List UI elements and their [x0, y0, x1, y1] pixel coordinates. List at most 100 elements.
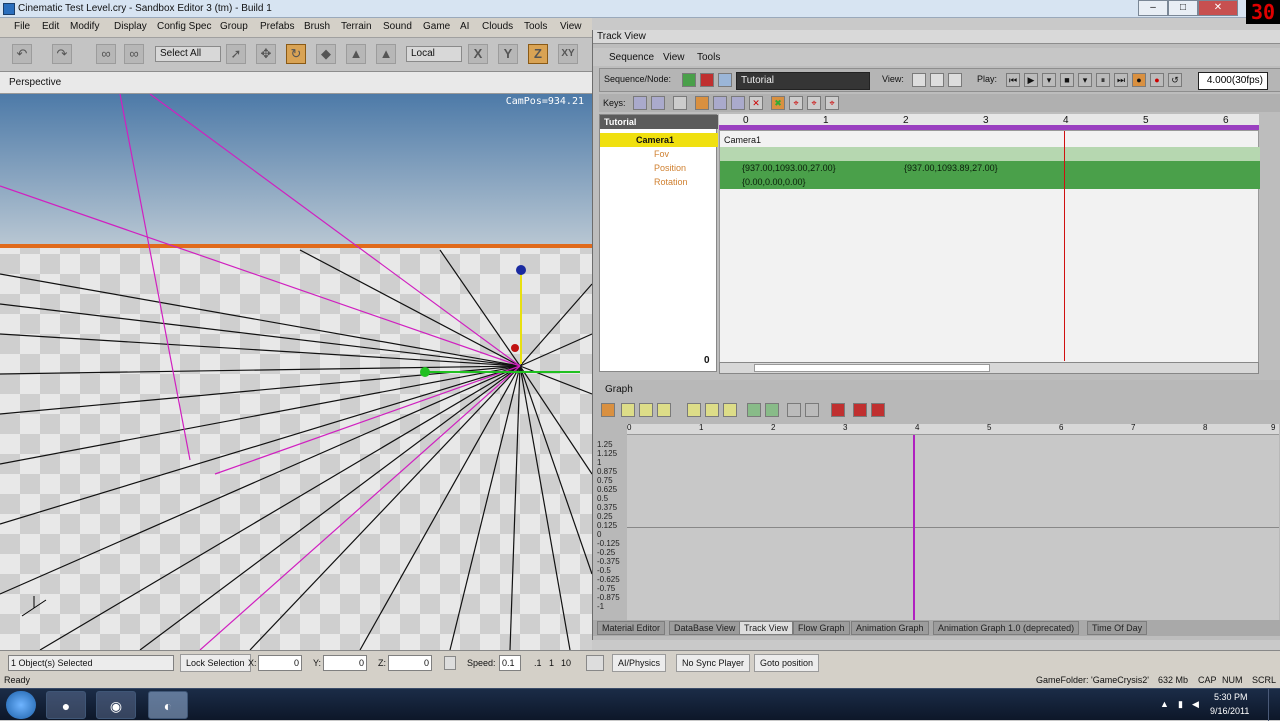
track-row-position[interactable]: {937.00,1093.00,27.00} {937.00,1093.89,2… [720, 161, 1260, 175]
menu-terrain[interactable]: Terrain [341, 21, 372, 32]
go-to-end-icon[interactable]: ⏭ [1114, 73, 1128, 87]
play-icon[interactable]: ▶ [1024, 73, 1038, 87]
y-coordinate-field[interactable]: 0 [323, 655, 367, 671]
tab-time-of-day[interactable]: Time Of Day [1087, 621, 1148, 635]
tree-node-camera[interactable]: Camera1 [600, 133, 718, 147]
loop-icon[interactable]: ↺ [1168, 73, 1182, 87]
snap-keys-icon[interactable]: ✖ [771, 96, 785, 110]
tv-menu-tools[interactable]: Tools [697, 52, 720, 63]
menu-edit[interactable]: Edit [42, 21, 59, 32]
graph-select-icon[interactable] [601, 403, 615, 417]
snap-frames-icon[interactable]: ⌖ [789, 96, 803, 110]
link-icon[interactable]: ∞ [96, 44, 116, 64]
menu-brush[interactable]: Brush [304, 21, 330, 32]
horizontal-scrollbar[interactable] [719, 362, 1259, 374]
scrollbar-thumb[interactable] [754, 364, 990, 372]
next-key-icon[interactable] [651, 96, 665, 110]
menu-tools[interactable]: Tools [524, 21, 547, 32]
game-mode-icon[interactable] [586, 655, 604, 671]
time-cursor[interactable] [1064, 131, 1065, 361]
close-button[interactable]: ✕ [1198, 0, 1238, 16]
graph-fit-y-icon[interactable] [765, 403, 779, 417]
move-keys-icon[interactable] [673, 96, 687, 110]
ai-physics-button[interactable]: AI/Physics [612, 654, 667, 672]
goto-position-button[interactable]: Goto position [754, 654, 820, 672]
save-icon[interactable] [718, 73, 732, 87]
add-node-icon[interactable] [682, 73, 696, 87]
pause-icon[interactable]: ⏸ [1096, 73, 1110, 87]
view-both-icon[interactable] [948, 73, 962, 87]
track-row-fov[interactable] [720, 147, 1260, 161]
record-dropdown-icon[interactable]: ● [1150, 73, 1164, 87]
menu-modify[interactable]: Modify [70, 21, 99, 32]
speed-preset-01[interactable]: .1 [534, 658, 542, 668]
tab-animation-graph-deprecated[interactable]: Animation Graph 1.0 (deprecated) [933, 621, 1080, 635]
graph-snap-icon[interactable] [805, 403, 819, 417]
menu-file[interactable]: File [14, 21, 30, 32]
rotation-key-1[interactable]: {0.00,0.00,0.00} [742, 175, 806, 189]
timeline-ruler[interactable]: 0 1 2 3 4 5 6 [719, 114, 1259, 130]
tree-track-position[interactable]: Position [600, 161, 718, 175]
axis-x-button[interactable]: X [468, 44, 488, 64]
speed-field[interactable]: 0.1 [499, 655, 521, 671]
move-icon[interactable]: ✥ [256, 44, 276, 64]
graph-linear-icon[interactable] [723, 403, 737, 417]
menu-game[interactable]: Game [423, 21, 450, 32]
clock-date[interactable]: 9/16/2011 [1210, 706, 1249, 716]
axis-y-button[interactable]: Y [498, 44, 518, 64]
tab-animation-graph[interactable]: Animation Graph [851, 621, 929, 635]
graph-unlock-icon[interactable] [871, 403, 885, 417]
viewport-title[interactable]: Perspective [9, 77, 61, 88]
tree-track-rotation[interactable]: Rotation [600, 175, 718, 189]
graph-plot[interactable] [627, 434, 1279, 621]
delete-node-icon[interactable] [700, 73, 714, 87]
lock-selection-button[interactable]: Lock Selection [180, 654, 251, 672]
speed-preset-1[interactable]: 1 [549, 658, 554, 668]
track-row-rotation[interactable]: {0.00,0.00,0.00} [720, 175, 1260, 189]
maximize-button[interactable]: □ [1168, 0, 1198, 16]
position-key-2[interactable]: {937.00,1093.89,27.00} [904, 161, 998, 175]
tab-flow-graph[interactable]: Flow Graph [793, 621, 850, 635]
speed-preset-10[interactable]: 10 [561, 658, 571, 668]
add-keys-icon[interactable] [731, 96, 745, 110]
network-icon[interactable]: ▮ [1178, 699, 1183, 710]
tree-track-fov[interactable]: Fov [600, 147, 718, 161]
minimize-button[interactable]: – [1138, 0, 1168, 16]
tab-material-editor[interactable]: Material Editor [597, 621, 666, 635]
sequence-name-field[interactable]: Tutorial [736, 72, 870, 90]
no-sync-player-button[interactable]: No Sync Player [676, 654, 751, 672]
view-curve-icon[interactable] [930, 73, 944, 87]
snap-ticks-icon[interactable]: ⌖ [807, 96, 821, 110]
lock-icon[interactable] [444, 656, 456, 670]
rotate-icon[interactable]: ↻ [286, 44, 306, 64]
time-field[interactable]: 4.000(30fps) [1198, 72, 1268, 90]
graph-fit-x-icon[interactable] [747, 403, 761, 417]
prev-key-icon[interactable] [633, 96, 647, 110]
clock-time[interactable]: 5:30 PM [1214, 692, 1248, 702]
menu-config-spec[interactable]: Config Spec [157, 21, 211, 32]
menu-clouds[interactable]: Clouds [482, 21, 513, 32]
select-arrow-icon[interactable]: ➚ [226, 44, 246, 64]
position-key-1[interactable]: {937.00,1093.00,27.00} [742, 161, 836, 175]
graph-tangent-icon[interactable] [657, 403, 671, 417]
menu-sound[interactable]: Sound [383, 21, 412, 32]
start-button-icon[interactable] [6, 691, 36, 719]
redo-icon[interactable]: ↷ [52, 44, 72, 64]
keys-area[interactable]: Camera1 {937.00,1093.00,27.00} {937.00,1… [719, 130, 1260, 372]
perspective-viewport[interactable]: CamPos=934.21 [0, 94, 592, 650]
tv-menu-view[interactable]: View [663, 52, 685, 63]
undo-icon[interactable]: ↶ [12, 44, 32, 64]
object-snap-icon[interactable]: ▲ [376, 44, 396, 64]
play-dropdown-icon[interactable]: ▾ [1042, 73, 1056, 87]
tv-menu-sequence[interactable]: Sequence [609, 52, 654, 63]
graph-in-tangent-icon[interactable] [687, 403, 701, 417]
menu-group[interactable]: Group [220, 21, 248, 32]
coord-system-dropdown[interactable]: Local [406, 46, 462, 62]
unlink-icon[interactable]: ∞ [124, 44, 144, 64]
select-all-dropdown[interactable]: Select All [155, 46, 221, 62]
menu-prefabs[interactable]: Prefabs [260, 21, 294, 32]
x-coordinate-field[interactable]: 0 [258, 655, 302, 671]
steam-icon[interactable]: ◉ [96, 691, 136, 719]
axis-xy-button[interactable]: XY [558, 44, 578, 64]
stop-icon[interactable]: ■ [1060, 73, 1074, 87]
